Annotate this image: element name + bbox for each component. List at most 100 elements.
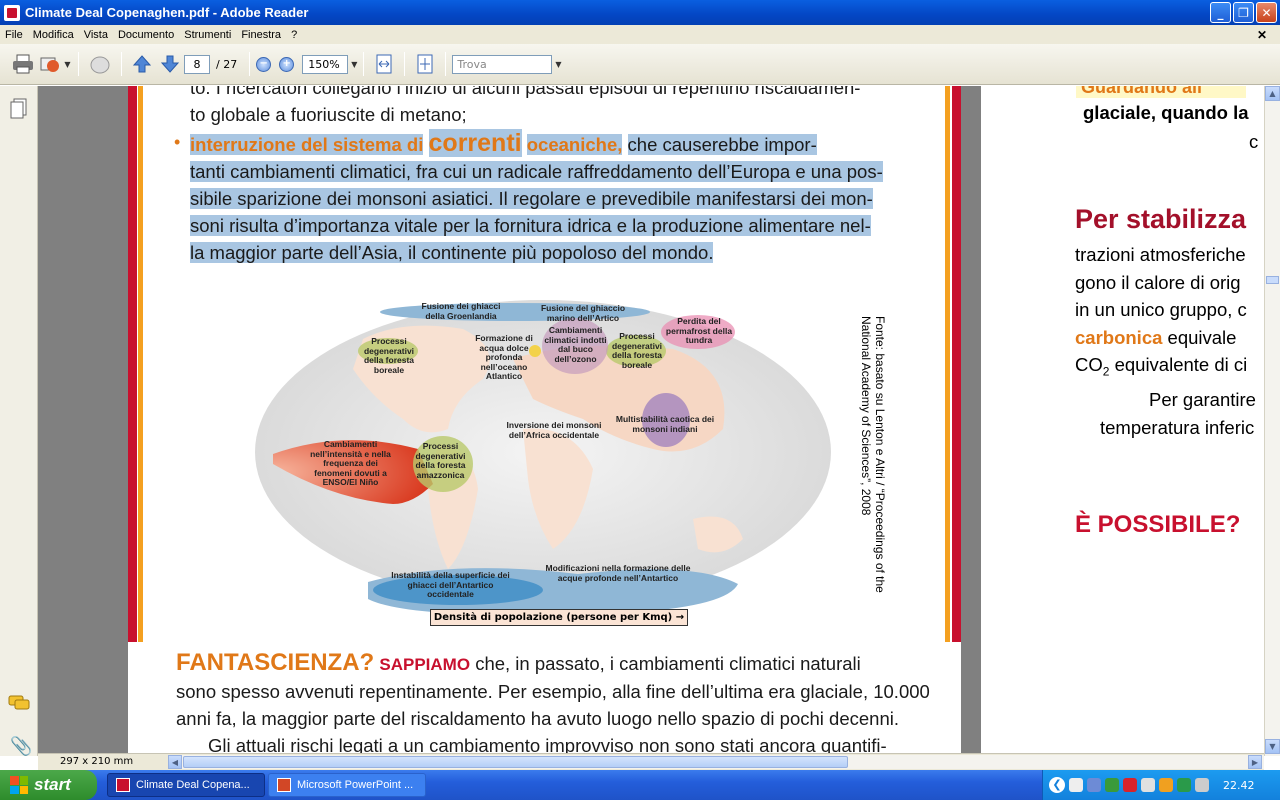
pdf-icon (116, 778, 130, 792)
text-line: to. I ricercatori collegano l’inizio di … (190, 86, 861, 98)
restore-button[interactable]: ❐ (1233, 2, 1254, 23)
figure-source: Fonte: basato su Lenton e Altri / “Proce… (859, 316, 887, 593)
scroll-up-icon[interactable]: ▲ (1265, 86, 1280, 101)
carbonica-term: carbonica (1075, 326, 1163, 348)
taskbar-item-powerpoint[interactable]: Microsoft PowerPoint ... (268, 773, 426, 797)
horizontal-scrollbar[interactable]: ◀ ▶ (168, 755, 1264, 769)
body-text: to. I ricercatori collegano l’inizio di … (174, 86, 920, 266)
powerpoint-icon (277, 778, 291, 792)
right-text-glaciale: glaciale, quando la (1083, 102, 1249, 123)
fit-width-icon[interactable] (370, 52, 398, 76)
menu-vista[interactable]: Vista (79, 29, 113, 41)
start-label: start (34, 775, 71, 794)
tray-expand-icon[interactable]: ❮ (1049, 777, 1065, 793)
safely-remove-icon[interactable] (1141, 778, 1155, 792)
adobe-reader-icon (4, 4, 20, 21)
horizontal-scroll-thumb[interactable] (183, 756, 848, 768)
network-icon[interactable] (1069, 778, 1083, 792)
taskbar: start Climate Deal Copena... Microsoft P… (0, 770, 1280, 800)
map-label-antartico-occidentale: Instabilità della superficie dei ghiacci… (391, 570, 510, 599)
pdf-page-right: Guardando all glaciale, quando la c Per … (981, 86, 1264, 756)
pages-panel-icon[interactable] (10, 98, 28, 124)
menu-documento[interactable]: Documento (113, 29, 179, 41)
vertical-scrollbar[interactable]: ▲ ▼ (1264, 86, 1280, 756)
power-icon[interactable] (1159, 778, 1173, 792)
document-close-icon[interactable]: ✕ (1252, 28, 1272, 42)
windows-logo-icon (10, 776, 28, 794)
menu-file[interactable]: File (0, 29, 28, 41)
sappiamo-label: SAPPIAMO (379, 655, 471, 674)
page-size-label: 297 x 210 mm (60, 756, 134, 767)
bullet-icon: • (174, 132, 181, 152)
map-label-tundra: Perdita del permafrost della tundra (665, 316, 733, 345)
menu-finestra[interactable]: Finestra (236, 29, 286, 41)
zoom-in-icon[interactable]: + (279, 56, 295, 72)
density-legend: Densità di popolazione (persone per Kmq)… (430, 609, 688, 626)
map-label-amazzonica: Processi degenerativi della foresta amaz… (415, 441, 466, 480)
volume-icon[interactable] (1195, 778, 1209, 792)
find-dropdown-icon[interactable]: ▼ (555, 60, 561, 69)
attachments-panel-icon[interactable]: 📎 (10, 736, 32, 757)
comments-panel-icon[interactable] (8, 694, 30, 716)
text-line: equivale (1167, 326, 1237, 348)
map-label-enso: Cambiamenti nell’intensità e nella frequ… (310, 439, 391, 487)
bluetooth-icon[interactable] (1087, 778, 1101, 792)
fantascienza-heading: FANTASCIENZA? (176, 649, 375, 676)
start-button[interactable]: start (0, 770, 97, 800)
zoom-out-icon[interactable]: − (256, 56, 272, 72)
text-line: sono spesso avvenuti repentinamente. Per… (176, 681, 930, 702)
scroll-thumb[interactable] (1266, 276, 1279, 284)
adobe-tray-icon[interactable] (1123, 778, 1137, 792)
text-line: in un unico gruppo, c (1075, 299, 1247, 320)
taskbar-item-label: Microsoft PowerPoint ... (297, 779, 414, 791)
scroll-left-icon[interactable]: ◀ (168, 755, 182, 769)
scroll-down-icon[interactable]: ▼ (1265, 739, 1280, 754)
page-total: / 27 (216, 57, 238, 71)
print-setup-icon[interactable]: ▼ (38, 52, 72, 76)
close-button[interactable]: ✕ (1256, 2, 1277, 23)
antivirus-icon[interactable] (1105, 778, 1119, 792)
right-heading: Per stabilizza (1075, 204, 1247, 234)
window-title: Climate Deal Copenaghen.pdf - Adobe Read… (25, 5, 309, 20)
minimize-button[interactable]: _ (1210, 2, 1231, 23)
clock: 22.42 (1223, 778, 1255, 792)
scroll-right-icon[interactable]: ▶ (1248, 755, 1262, 769)
toolbar: ▼ 8 / 27 − + 150% ▼ Trova ▼ (0, 44, 1280, 85)
find-input[interactable]: Trova (452, 54, 553, 74)
bullet-heading-b: correnti (428, 129, 522, 157)
left-orange-stripe (138, 86, 143, 642)
map-label-artico: Fusione del ghiaccio marino dell’Artico (540, 303, 626, 323)
menu-help[interactable]: ? (286, 29, 302, 41)
menu-modifica[interactable]: Modifica (28, 29, 79, 41)
zoom-dropdown-icon[interactable]: ▼ (351, 60, 357, 69)
text-line: gono il calore di orig (1075, 271, 1241, 293)
fantascienza-section: FANTASCIENZA? SAPPIAMO che, in passato, … (176, 649, 956, 756)
status-bar: 297 x 210 mm ◀ ▶ (38, 753, 1264, 770)
text-line: trazioni atmosferiche (1075, 244, 1246, 265)
menu-strumenti[interactable]: Strumenti (179, 29, 236, 41)
map-label-antartico-acque: Modificazioni nella formazione delle acq… (545, 563, 691, 583)
fit-page-icon[interactable] (411, 52, 439, 76)
next-page-icon[interactable] (156, 52, 184, 76)
hand-tool-icon[interactable] (85, 52, 115, 76)
bullet-paragraph: • interruzione del sistema di correnti o… (174, 129, 920, 266)
bullet-line: la maggior parte dell’Asia, il continent… (190, 242, 714, 263)
taskbar-item-reader[interactable]: Climate Deal Copena... (107, 773, 265, 797)
zoom-level-select[interactable]: 150% (302, 54, 349, 74)
page-number-input[interactable]: 8 (184, 54, 210, 74)
map-label-boreale-america: Processi degenerativi della foresta bore… (363, 336, 415, 375)
menu-bar: File Modifica Vista Documento Strumenti … (0, 25, 1280, 44)
bullet-heading-c: oceaniche, (526, 134, 623, 155)
map-label-atlantico: Formazione di acqua dolce profonda nell’… (475, 333, 533, 381)
bullet-line: tanti cambiamenti climatici, fra cui un … (190, 161, 883, 182)
taskbar-item-label: Climate Deal Copena... (136, 779, 250, 791)
bullet-line: soni risulta d’importanza vitale per la … (190, 215, 871, 236)
document-view: to. I ricercatori collegano l’inizio di … (38, 86, 1264, 756)
update-icon[interactable] (1177, 778, 1191, 792)
right-text-top: Guardando all (1081, 86, 1203, 97)
map-label-africa: Inversione dei monsoni dell’Africa occid… (506, 420, 602, 440)
text-line: che, in passato, i cambiamenti climatici… (475, 653, 861, 674)
print-icon[interactable] (8, 52, 38, 76)
previous-page-icon[interactable] (128, 52, 156, 76)
world-map-figure: Fusione dei ghiacci della Groenlandia Fu… (253, 299, 833, 629)
